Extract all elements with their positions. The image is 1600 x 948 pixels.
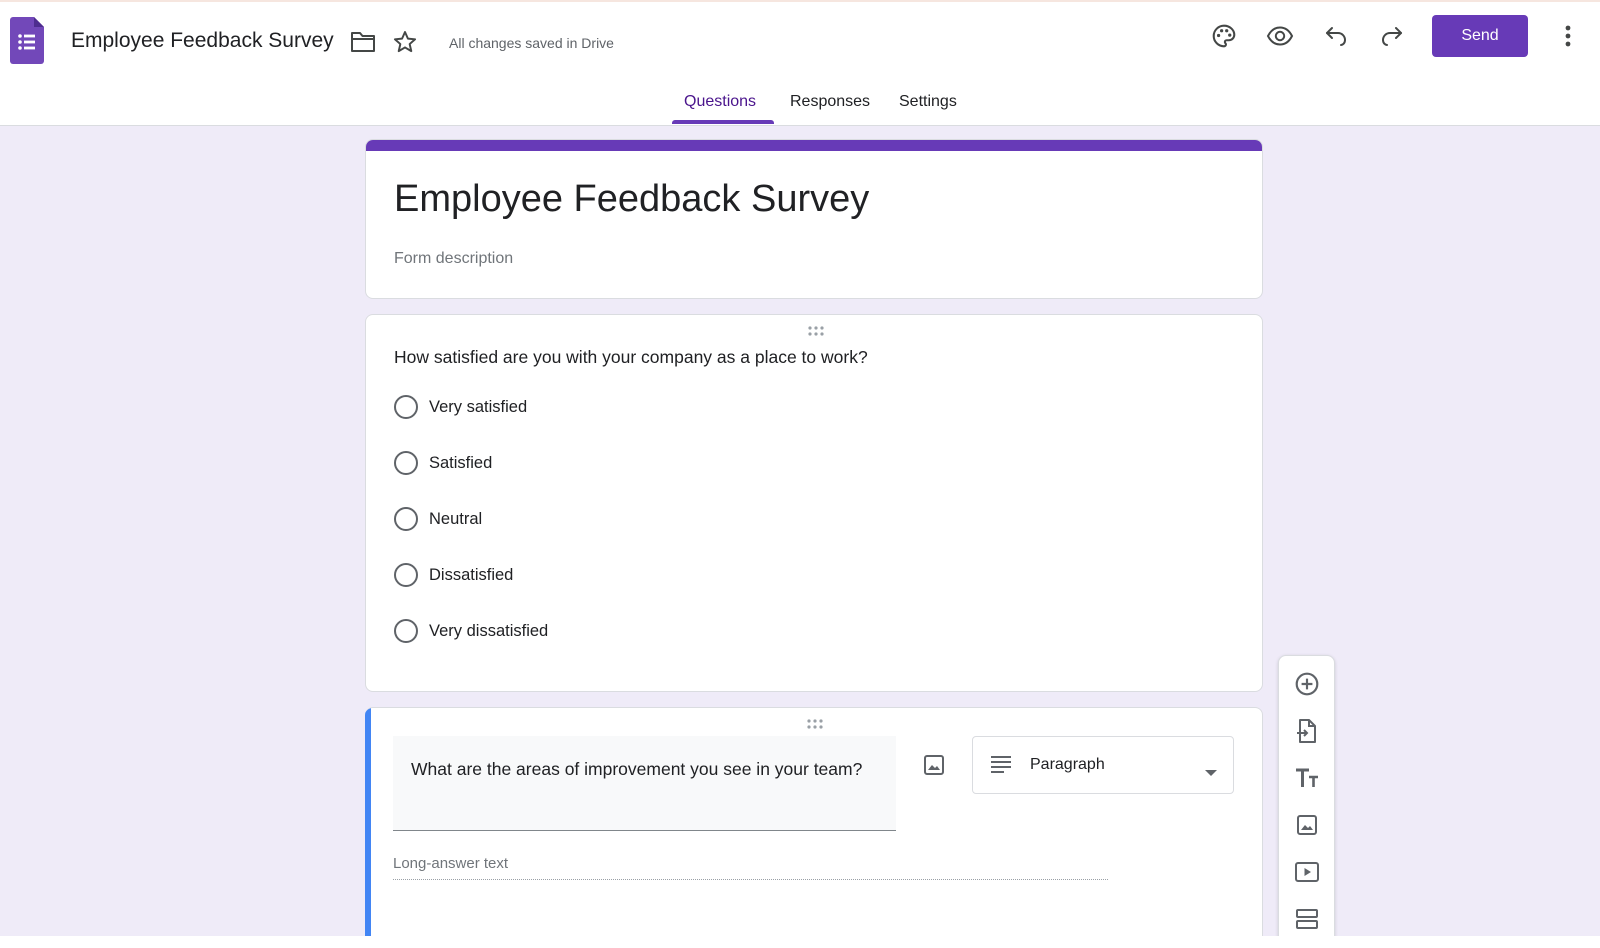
send-button[interactable]: Send [1432,15,1528,57]
palette-icon[interactable] [1209,21,1239,51]
forms-logo-icon[interactable] [10,17,44,64]
radio-button[interactable] [394,451,418,475]
more-vert-icon[interactable] [1553,21,1583,51]
option-very-satisfied[interactable]: Very satisfied [394,394,527,420]
radio-button[interactable] [394,507,418,531]
chevron-down-icon [1205,763,1217,781]
preview-eye-icon[interactable] [1265,21,1295,51]
add-title-icon[interactable] [1293,764,1321,792]
question-card-active[interactable]: What are the areas of improvement you se… [365,707,1263,936]
active-question-indicator [365,708,371,936]
form-editor-canvas: Employee Feedback Survey Form descriptio… [0,126,1600,936]
form-tabs: Questions Responses Settings [0,88,1600,126]
radio-button[interactable] [394,619,418,643]
tab-responses[interactable]: Responses [790,93,870,111]
floating-toolbar [1278,655,1335,936]
option-satisfied[interactable]: Satisfied [394,450,492,476]
option-label: Satisfied [429,453,493,472]
add-image-icon[interactable] [1293,811,1321,839]
app-header: Employee Feedback Survey All changes sav… [0,0,1600,126]
add-section-icon[interactable] [1293,905,1321,933]
undo-icon[interactable] [1321,21,1351,51]
question-type-dropdown[interactable]: Paragraph [972,736,1234,794]
drag-handle-icon[interactable] [806,324,826,336]
add-question-icon[interactable] [1293,670,1321,698]
active-tab-indicator [672,120,774,124]
add-video-icon[interactable] [1293,858,1321,886]
add-image-icon[interactable] [921,752,947,778]
header-top-line [0,0,1600,2]
question-type-label: Paragraph [1030,756,1105,773]
long-answer-placeholder: Long-answer text [393,852,1108,880]
star-icon[interactable] [390,27,420,57]
radio-button[interactable] [394,395,418,419]
form-title-card[interactable]: Employee Feedback Survey Form descriptio… [365,139,1263,299]
option-label: Very satisfied [429,397,528,416]
radio-button[interactable] [394,563,418,587]
question-title-input[interactable]: What are the areas of improvement you se… [393,736,896,831]
drag-handle-icon[interactable] [805,717,825,729]
option-very-dissatisfied[interactable]: Very dissatisfied [394,618,548,644]
form-description-input[interactable]: Form description [394,250,513,268]
paragraph-lines-icon [991,755,1011,778]
folder-icon[interactable] [348,27,378,57]
import-questions-icon[interactable] [1293,717,1321,745]
option-label: Very dissatisfied [429,621,549,640]
question-title[interactable]: How satisfied are you with your company … [394,347,868,368]
document-title[interactable]: Employee Feedback Survey [71,29,334,53]
save-status-text: All changes saved in Drive [449,35,614,51]
form-title[interactable]: Employee Feedback Survey [394,178,869,221]
question-card[interactable]: How satisfied are you with your company … [365,314,1263,692]
option-label: Dissatisfied [429,565,514,584]
option-dissatisfied[interactable]: Dissatisfied [394,562,513,588]
option-neutral[interactable]: Neutral [394,506,482,532]
title-card-accent [366,140,1262,151]
tab-settings[interactable]: Settings [899,93,957,111]
option-label: Neutral [429,509,483,528]
redo-icon[interactable] [1377,21,1407,51]
tab-questions[interactable]: Questions [684,93,756,111]
